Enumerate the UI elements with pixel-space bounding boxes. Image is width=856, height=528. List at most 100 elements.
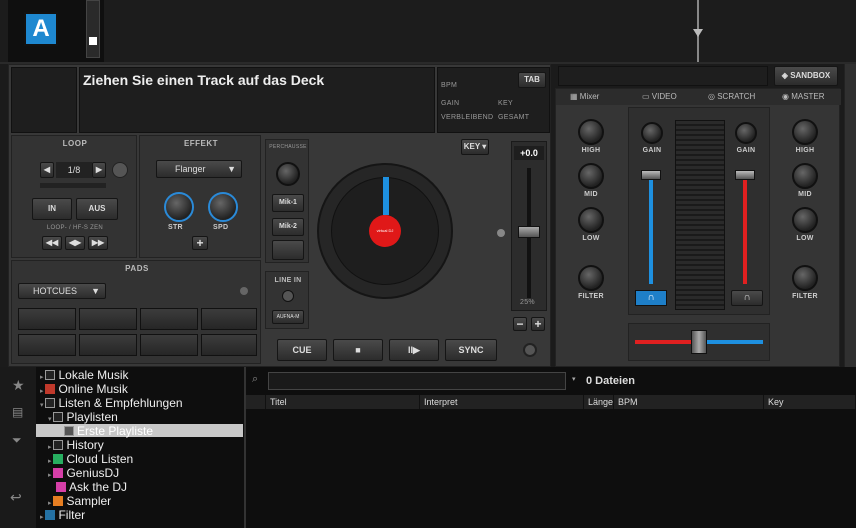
loop-size: 1/8: [56, 162, 92, 178]
right-headphone-icon[interactable]: ∩: [731, 290, 763, 306]
crossfader-left-bar: [635, 340, 699, 344]
pad-8[interactable]: [201, 334, 257, 356]
right-high-knob[interactable]: [792, 119, 818, 145]
left-low-knob[interactable]: [578, 207, 604, 233]
left-filter-knob[interactable]: [578, 265, 604, 291]
right-filter-knob[interactable]: [792, 265, 818, 291]
left-mid-knob[interactable]: [578, 163, 604, 189]
pad-2[interactable]: [79, 308, 137, 330]
folder-add-icon[interactable]: ▤: [12, 405, 23, 419]
back-icon[interactable]: ↩: [10, 489, 22, 506]
tree-item-geniusdj[interactable]: ▸ GeniusDJ: [48, 466, 119, 480]
tab-button[interactable]: TAB: [518, 72, 546, 88]
add-effect-button[interactable]: +: [192, 236, 208, 250]
pad-5[interactable]: [18, 334, 76, 356]
pad-1[interactable]: [18, 308, 76, 330]
slider-thumb[interactable]: [89, 37, 97, 45]
effect-spd-knob[interactable]: [208, 192, 238, 222]
right-mid-knob[interactable]: [792, 163, 818, 189]
play-pause-button[interactable]: II▶: [389, 339, 439, 361]
column-bpm[interactable]: BPM: [614, 395, 764, 409]
tab-mixer[interactable]: ▦ Mixer: [570, 92, 599, 101]
pad-3[interactable]: [140, 308, 198, 330]
loop-out-button[interactable]: AUS: [76, 198, 118, 220]
remaining-label: VERBLEIBEND: [441, 114, 494, 121]
tree-item-cloud-lists[interactable]: ▸ Cloud Listen: [48, 452, 133, 466]
effect-panel: EFFEKT Flanger ▼ STR SPD +: [139, 135, 261, 258]
tree-item-lists[interactable]: ▾ Listen & Empfehlungen: [40, 396, 183, 410]
tree-item-filter[interactable]: ▸ Filter: [40, 508, 85, 522]
blank-button[interactable]: [272, 240, 304, 260]
right-gain-knob[interactable]: [735, 122, 757, 144]
jog-wheel[interactable]: virtual DJ: [317, 163, 453, 299]
key-button[interactable]: KEY ▾: [461, 139, 489, 155]
tree-item-local-music[interactable]: ▸ Lokale Musik: [40, 368, 129, 382]
pitch-minus-button[interactable]: −: [513, 317, 527, 331]
tab-master[interactable]: ◉ MASTER: [782, 92, 825, 101]
sandbox-button[interactable]: ◈ SANDBOX: [774, 66, 838, 86]
loop-move-button[interactable]: ◀▶: [65, 236, 85, 250]
loop-settings-icon[interactable]: [112, 162, 128, 178]
left-gain-knob[interactable]: [641, 122, 663, 144]
column-length[interactable]: Länge: [584, 395, 614, 409]
tree-label: Filter: [58, 508, 86, 522]
column-key[interactable]: Key: [764, 395, 856, 409]
line-in-toggle[interactable]: [282, 290, 294, 302]
filter-icon[interactable]: ⏷: [12, 433, 22, 448]
stop-button[interactable]: ■: [333, 339, 383, 361]
list-icon: [45, 398, 56, 408]
effect-title: EFFEKT: [183, 139, 219, 148]
pad-7[interactable]: [140, 334, 198, 356]
right-volume-fader[interactable]: [735, 170, 755, 180]
cue-button[interactable]: CUE: [277, 339, 327, 361]
mic-1-button[interactable]: Mik-1: [272, 194, 304, 212]
record-button[interactable]: AUFNA-M: [272, 310, 304, 324]
line-in-panel: LINE IN AUFNA-M: [265, 271, 309, 329]
tree-item-first-playlist[interactable]: Erste Playliste: [64, 424, 153, 438]
file-list-panel: ⌕ ▾ 0 Dateien Titel Interpret Länge BPM …: [246, 367, 856, 528]
effect-str-knob[interactable]: [164, 192, 194, 222]
loop-increase-button[interactable]: ▶: [92, 162, 106, 178]
loop-decrease-button[interactable]: ◀: [40, 162, 54, 178]
search-options-icon[interactable]: ▾: [572, 375, 576, 383]
tree-item-history[interactable]: ▸ History: [48, 438, 104, 452]
loop-forward-button[interactable]: ▶▶: [88, 236, 108, 250]
search-input[interactable]: [268, 372, 566, 390]
column-title[interactable]: Titel: [266, 395, 420, 409]
loop-in-button[interactable]: IN: [32, 198, 72, 220]
pitch-slider[interactable]: [518, 226, 540, 238]
tree-item-sampler[interactable]: ▸ Sampler: [48, 494, 111, 508]
left-high-knob[interactable]: [578, 119, 604, 145]
tree-item-online-music[interactable]: ▸ Online Musik: [40, 382, 128, 396]
column-artist[interactable]: Interpret: [420, 395, 584, 409]
pads-settings-icon[interactable]: [240, 287, 248, 295]
effect-select[interactable]: Flanger ▼: [156, 160, 242, 178]
tab-video[interactable]: ▭ VIDEO: [642, 92, 677, 101]
left-volume-fader[interactable]: [641, 170, 661, 180]
sync-button[interactable]: SYNC: [445, 339, 497, 361]
top-waveform-strip: [0, 0, 856, 64]
top-zoom-slider[interactable]: [86, 0, 100, 58]
pad-6[interactable]: [79, 334, 137, 356]
left-headphone-icon[interactable]: ∩: [635, 290, 667, 306]
sampler-knob[interactable]: [276, 162, 300, 186]
sync-settings-icon[interactable]: [523, 343, 537, 357]
pad-4[interactable]: [201, 308, 257, 330]
tab-scratch[interactable]: ◎ SCRATCH: [708, 92, 755, 101]
tree-item-ask-the-dj[interactable]: Ask the DJ: [56, 480, 127, 494]
loop-back-button[interactable]: ◀◀: [42, 236, 62, 250]
tree-label: Ask the DJ: [69, 480, 128, 494]
mic-2-button[interactable]: Mik-2: [272, 218, 304, 236]
right-low-knob[interactable]: [792, 207, 818, 233]
tree-item-playlists[interactable]: ▾ Playlisten: [48, 410, 118, 424]
tab-scratch-label: SCRATCH: [717, 92, 756, 101]
crossfader[interactable]: [691, 330, 707, 354]
effect-spd-label: SPD: [213, 224, 229, 231]
line-in-label: LINE IN: [274, 277, 302, 284]
pitch-reset-icon[interactable]: [497, 229, 505, 237]
pads-mode-value: HOTCUES: [33, 286, 78, 296]
star-icon[interactable]: ★: [12, 377, 25, 394]
pads-mode-select[interactable]: HOTCUES ▼: [18, 283, 106, 299]
pitch-plus-button[interactable]: +: [531, 317, 545, 331]
platter-label: virtual DJ: [369, 215, 401, 247]
